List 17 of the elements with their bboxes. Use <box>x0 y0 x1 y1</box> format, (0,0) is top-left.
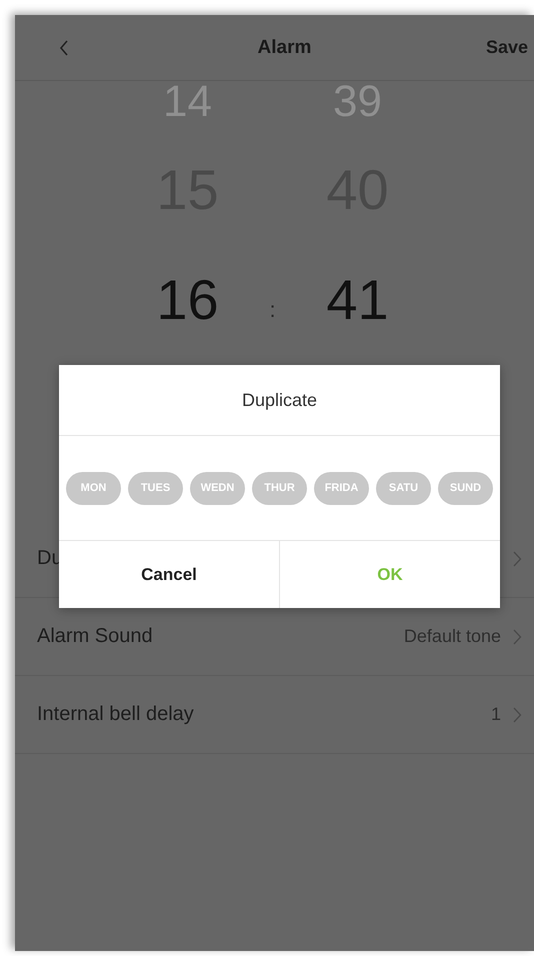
time-separator: : <box>269 297 276 323</box>
screen-title: Alarm <box>258 36 312 58</box>
setting-value: 1 <box>490 704 501 725</box>
hour-value[interactable]: 16 <box>156 249 219 349</box>
cancel-button[interactable]: Cancel <box>59 541 280 608</box>
setting-value: Default tone <box>404 626 501 647</box>
back-icon[interactable] <box>59 40 69 56</box>
dialog-title: Duplicate <box>59 365 500 436</box>
setting-label: Internal bell delay <box>37 703 194 726</box>
setting-label: Alarm Sound <box>37 625 153 648</box>
settings-row[interactable]: Internal bell delay 1 <box>15 676 534 754</box>
chevron-right-icon <box>513 550 522 566</box>
chevron-right-icon <box>513 628 522 644</box>
chevron-right-icon <box>513 706 522 722</box>
minute-value[interactable]: 41 <box>326 249 389 349</box>
ok-button[interactable]: OK <box>280 541 500 608</box>
save-button[interactable]: Save <box>486 37 528 58</box>
